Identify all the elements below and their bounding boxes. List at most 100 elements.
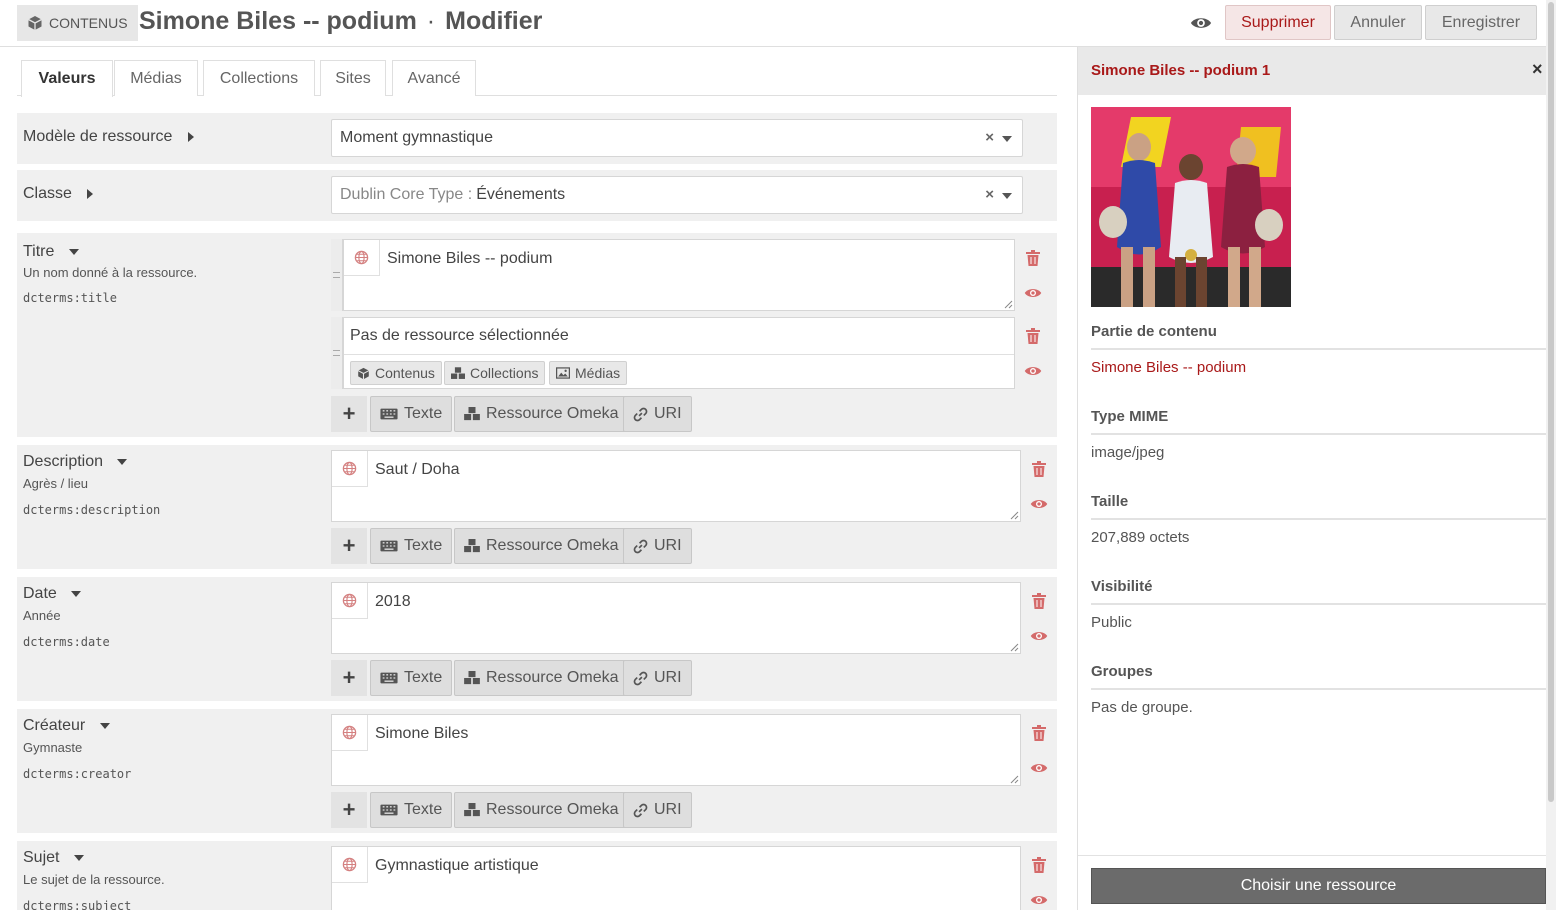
title-separator: · xyxy=(426,7,436,35)
visibility-eye-icon[interactable] xyxy=(1030,893,1048,907)
field-subject-term: dcterms:subject xyxy=(23,899,132,910)
field-subject-label[interactable]: Sujet xyxy=(23,849,84,867)
dropdown-arrow-icon[interactable] xyxy=(1002,136,1012,142)
language-globe-icon[interactable] xyxy=(332,847,368,883)
add-uri-button[interactable]: URI xyxy=(623,660,692,696)
add-text-button[interactable]: Texte xyxy=(370,792,453,828)
resize-grip-icon[interactable] xyxy=(1009,510,1019,520)
field-description-label[interactable]: Description xyxy=(23,453,128,471)
media-thumbnail[interactable] xyxy=(1091,107,1291,307)
sidebar-divider xyxy=(1078,855,1546,856)
tab-values[interactable]: Valeurs xyxy=(21,60,113,97)
add-omeka-resource-button[interactable]: Ressource Omeka xyxy=(454,792,629,828)
choose-resource-button[interactable]: Choisir une ressource xyxy=(1091,868,1546,904)
delete-value-trash-icon[interactable] xyxy=(1032,461,1046,477)
cancel-button[interactable]: Annuler xyxy=(1334,5,1422,40)
dropdown-arrow-icon[interactable] xyxy=(1002,193,1012,199)
keyboard-icon xyxy=(380,408,398,420)
add-text-button[interactable]: Texte xyxy=(370,396,453,432)
clear-icon[interactable]: × xyxy=(985,186,994,203)
language-globe-icon[interactable] xyxy=(332,451,368,487)
tab-media[interactable]: Médias xyxy=(114,60,198,96)
field-title-help: Un nom donné à la ressource. xyxy=(23,265,198,280)
language-globe-icon[interactable] xyxy=(332,715,368,751)
view-public-eye-icon[interactable] xyxy=(1190,12,1212,34)
resource-placeholder: Pas de ressource sélectionnée xyxy=(350,327,569,344)
resource-template-select[interactable]: Moment gymnastique × xyxy=(331,119,1023,157)
keyboard-icon xyxy=(380,540,398,552)
title-value-input[interactable]: Simone Biles -- podium xyxy=(343,239,1015,311)
add-value-plus-button[interactable]: + xyxy=(331,792,367,828)
class-vocabulary: Dublin Core Type : xyxy=(340,186,473,203)
visibility-eye-icon[interactable] xyxy=(1030,629,1048,643)
date-value-input[interactable]: 2018 xyxy=(331,582,1021,654)
drag-handle[interactable] xyxy=(331,239,343,311)
tab-collections[interactable]: Collections xyxy=(203,60,315,96)
class-label[interactable]: Classe xyxy=(23,185,94,203)
subject-value-input[interactable]: Gymnastique artistique xyxy=(331,846,1021,910)
cubes-icon xyxy=(464,539,480,553)
add-value-plus-button[interactable]: + xyxy=(331,396,367,432)
add-omeka-resource-label: Ressource Omeka xyxy=(486,801,619,818)
delete-value-trash-icon[interactable] xyxy=(1032,857,1046,873)
add-uri-button[interactable]: URI xyxy=(623,396,692,432)
select-media-button[interactable]: Médias xyxy=(549,361,628,385)
language-globe-icon[interactable] xyxy=(332,583,368,619)
field-description-term: dcterms:description xyxy=(23,503,161,517)
link-icon xyxy=(633,803,648,817)
cubes-icon xyxy=(451,366,465,379)
visibility-eye-icon[interactable] xyxy=(1024,286,1042,300)
delete-value-trash-icon[interactable] xyxy=(1026,328,1040,344)
resize-grip-icon[interactable] xyxy=(1009,774,1019,784)
field-subject-label-text: Sujet xyxy=(23,849,60,866)
parent-item-link[interactable]: Simone Biles -- podium xyxy=(1091,359,1246,376)
resource-template-label[interactable]: Modèle de ressource xyxy=(23,128,195,146)
field-title-label[interactable]: Titre xyxy=(23,243,79,261)
add-text-button[interactable]: Texte xyxy=(370,528,453,564)
add-value-plus-button[interactable]: + xyxy=(331,528,367,564)
description-value-input[interactable]: Saut / Doha xyxy=(331,450,1021,522)
drag-handle[interactable] xyxy=(331,317,343,389)
delete-button[interactable]: Supprimer xyxy=(1225,5,1331,40)
scrollbar-thumb[interactable] xyxy=(1548,2,1554,802)
breadcrumb-items[interactable]: CONTENUS xyxy=(17,5,138,41)
visibility-eye-icon[interactable] xyxy=(1024,364,1042,378)
page-scrollbar[interactable] xyxy=(1546,0,1556,910)
resize-grip-icon[interactable] xyxy=(1003,299,1013,309)
field-subject-help: Le sujet de la ressource. xyxy=(23,872,165,887)
add-omeka-resource-label: Ressource Omeka xyxy=(486,405,619,422)
visibility-value: Public xyxy=(1091,614,1132,631)
add-uri-button[interactable]: URI xyxy=(623,528,692,564)
add-value-plus-button[interactable]: + xyxy=(331,660,367,696)
tab-sites[interactable]: Sites xyxy=(320,60,386,96)
class-select[interactable]: Dublin Core Type : Événements × xyxy=(331,176,1023,214)
select-collections-label: Collections xyxy=(470,365,539,381)
field-creator-label[interactable]: Créateur xyxy=(23,717,110,735)
sidebar-title[interactable]: Simone Biles -- podium 1 xyxy=(1091,62,1270,79)
close-icon[interactable]: × xyxy=(1532,59,1543,80)
save-button[interactable]: Enregistrer xyxy=(1425,5,1537,40)
add-text-button[interactable]: Texte xyxy=(370,660,453,696)
delete-value-trash-icon[interactable] xyxy=(1032,593,1046,609)
resize-grip-icon[interactable] xyxy=(1009,642,1019,652)
clear-icon[interactable]: × xyxy=(985,129,994,146)
add-uri-button[interactable]: URI xyxy=(623,792,692,828)
field-creator-help: Gymnaste xyxy=(23,740,83,755)
add-omeka-resource-button[interactable]: Ressource Omeka xyxy=(454,660,629,696)
field-date-label[interactable]: Date xyxy=(23,585,82,603)
visibility-eye-icon[interactable] xyxy=(1030,497,1048,511)
delete-value-trash-icon[interactable] xyxy=(1026,250,1040,266)
select-items-button[interactable]: Contenus xyxy=(350,361,442,385)
select-collections-button[interactable]: Collections xyxy=(444,361,546,385)
section-heading-groups: Groupes xyxy=(1091,663,1546,690)
subject-value-text: Gymnastique artistique xyxy=(375,857,539,874)
tab-advanced[interactable]: Avancé xyxy=(392,60,476,96)
creator-value-input[interactable]: Simone Biles xyxy=(331,714,1021,786)
add-omeka-resource-label: Ressource Omeka xyxy=(486,669,619,686)
delete-value-trash-icon[interactable] xyxy=(1032,725,1046,741)
visibility-eye-icon[interactable] xyxy=(1030,761,1048,775)
add-text-label: Texte xyxy=(404,405,443,422)
language-globe-icon[interactable] xyxy=(344,240,380,276)
add-omeka-resource-button[interactable]: Ressource Omeka xyxy=(454,528,629,564)
add-omeka-resource-button[interactable]: Ressource Omeka xyxy=(454,396,629,432)
